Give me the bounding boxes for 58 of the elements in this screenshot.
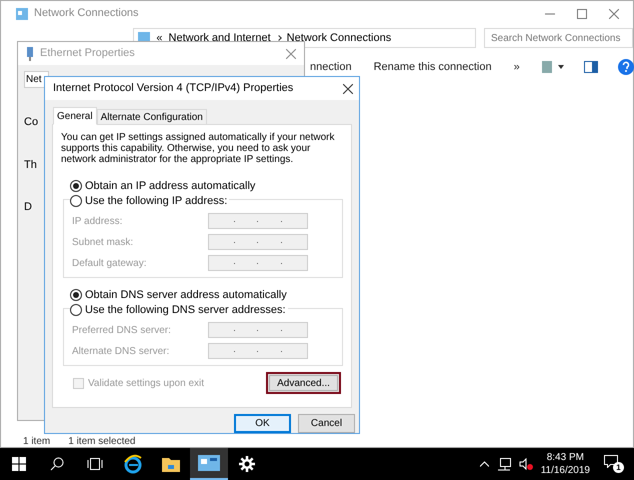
radio-label: Obtain an IP address automatically (85, 179, 256, 194)
field-label: Default gateway: (72, 256, 146, 270)
browser-e-icon[interactable] (123, 454, 143, 474)
task-view-icon[interactable] (87, 458, 103, 470)
ip-address-field[interactable] (208, 322, 308, 338)
label-text: Co (24, 115, 38, 130)
ethernet-icon (26, 46, 34, 60)
toolbar-command[interactable]: nnection (310, 58, 352, 76)
label-text: Th (24, 158, 37, 172)
view-options-icon[interactable] (542, 61, 564, 73)
close-icon[interactable] (343, 84, 353, 94)
status-text: 1 item selected (68, 434, 136, 448)
breadcrumb-item[interactable]: Network Connections (286, 30, 392, 46)
window-title: Network Connections (34, 6, 139, 22)
checkbox-label: Validate settings upon exit (88, 376, 204, 390)
radio-label: Use the following DNS server addresses: (85, 302, 286, 318)
status-text: 1 item (23, 434, 50, 448)
advanced-button[interactable]: Advanced... (266, 372, 341, 394)
radio-label: Use the following IP address: (85, 194, 228, 208)
ip-address-field[interactable] (208, 255, 308, 271)
windows-start-icon[interactable] (12, 457, 26, 471)
preview-pane-icon[interactable] (584, 61, 598, 73)
tab[interactable]: Alternate Configuration (96, 109, 207, 125)
field-label: Alternate DNS server: (72, 344, 170, 358)
field-label: Preferred DNS server: (72, 324, 171, 338)
dialog-title: Internet Protocol Version 4 (TCP/IPv4) Properties (53, 81, 294, 96)
clock-date[interactable]: 11/16/2019 (540, 464, 590, 477)
toolbar-command[interactable]: » (514, 58, 520, 76)
field-label: Subnet mask: (72, 236, 134, 250)
taskbar-app[interactable] (190, 448, 228, 480)
field-label: IP address: (72, 214, 122, 228)
dialog-button[interactable]: OK (234, 414, 291, 433)
toolbar-command[interactable]: Rename this connection (374, 58, 492, 76)
tab[interactable]: General (53, 107, 97, 125)
radio-button[interactable] (70, 180, 82, 192)
folder-icon[interactable] (161, 455, 181, 473)
ip-address-field[interactable] (208, 213, 308, 229)
radio-button[interactable] (70, 304, 82, 316)
notification-badge: 1 (613, 462, 624, 473)
search-field[interactable]: Search Network Connections (484, 28, 633, 48)
ip-address-field[interactable] (208, 234, 308, 250)
radio-button[interactable] (70, 289, 82, 302)
search-icon[interactable] (50, 457, 64, 471)
ip-address-field[interactable] (208, 343, 308, 359)
chevron-up-icon[interactable] (480, 461, 489, 467)
network-panel-icon[interactable] (198, 455, 220, 471)
label-text: D (24, 200, 32, 215)
radio-button[interactable] (70, 194, 82, 207)
muted-speaker-icon[interactable] (518, 458, 533, 470)
maximize-icon[interactable] (577, 8, 587, 18)
settings-icon[interactable] (238, 455, 256, 473)
help-icon[interactable] (618, 59, 634, 75)
dialog-button[interactable]: Cancel (298, 414, 355, 433)
radio-label: Obtain DNS server address automatically (85, 288, 287, 303)
network-icon[interactable] (496, 458, 511, 470)
window-title: Ethernet Properties (40, 46, 135, 62)
clock-time[interactable]: 8:43 PM (546, 451, 584, 464)
intro-text: You can get IP settings assigned automatically if your network supports this capability. Otherwise, you need to ask your network administrator for the appropriate IP settings. (61, 132, 336, 165)
